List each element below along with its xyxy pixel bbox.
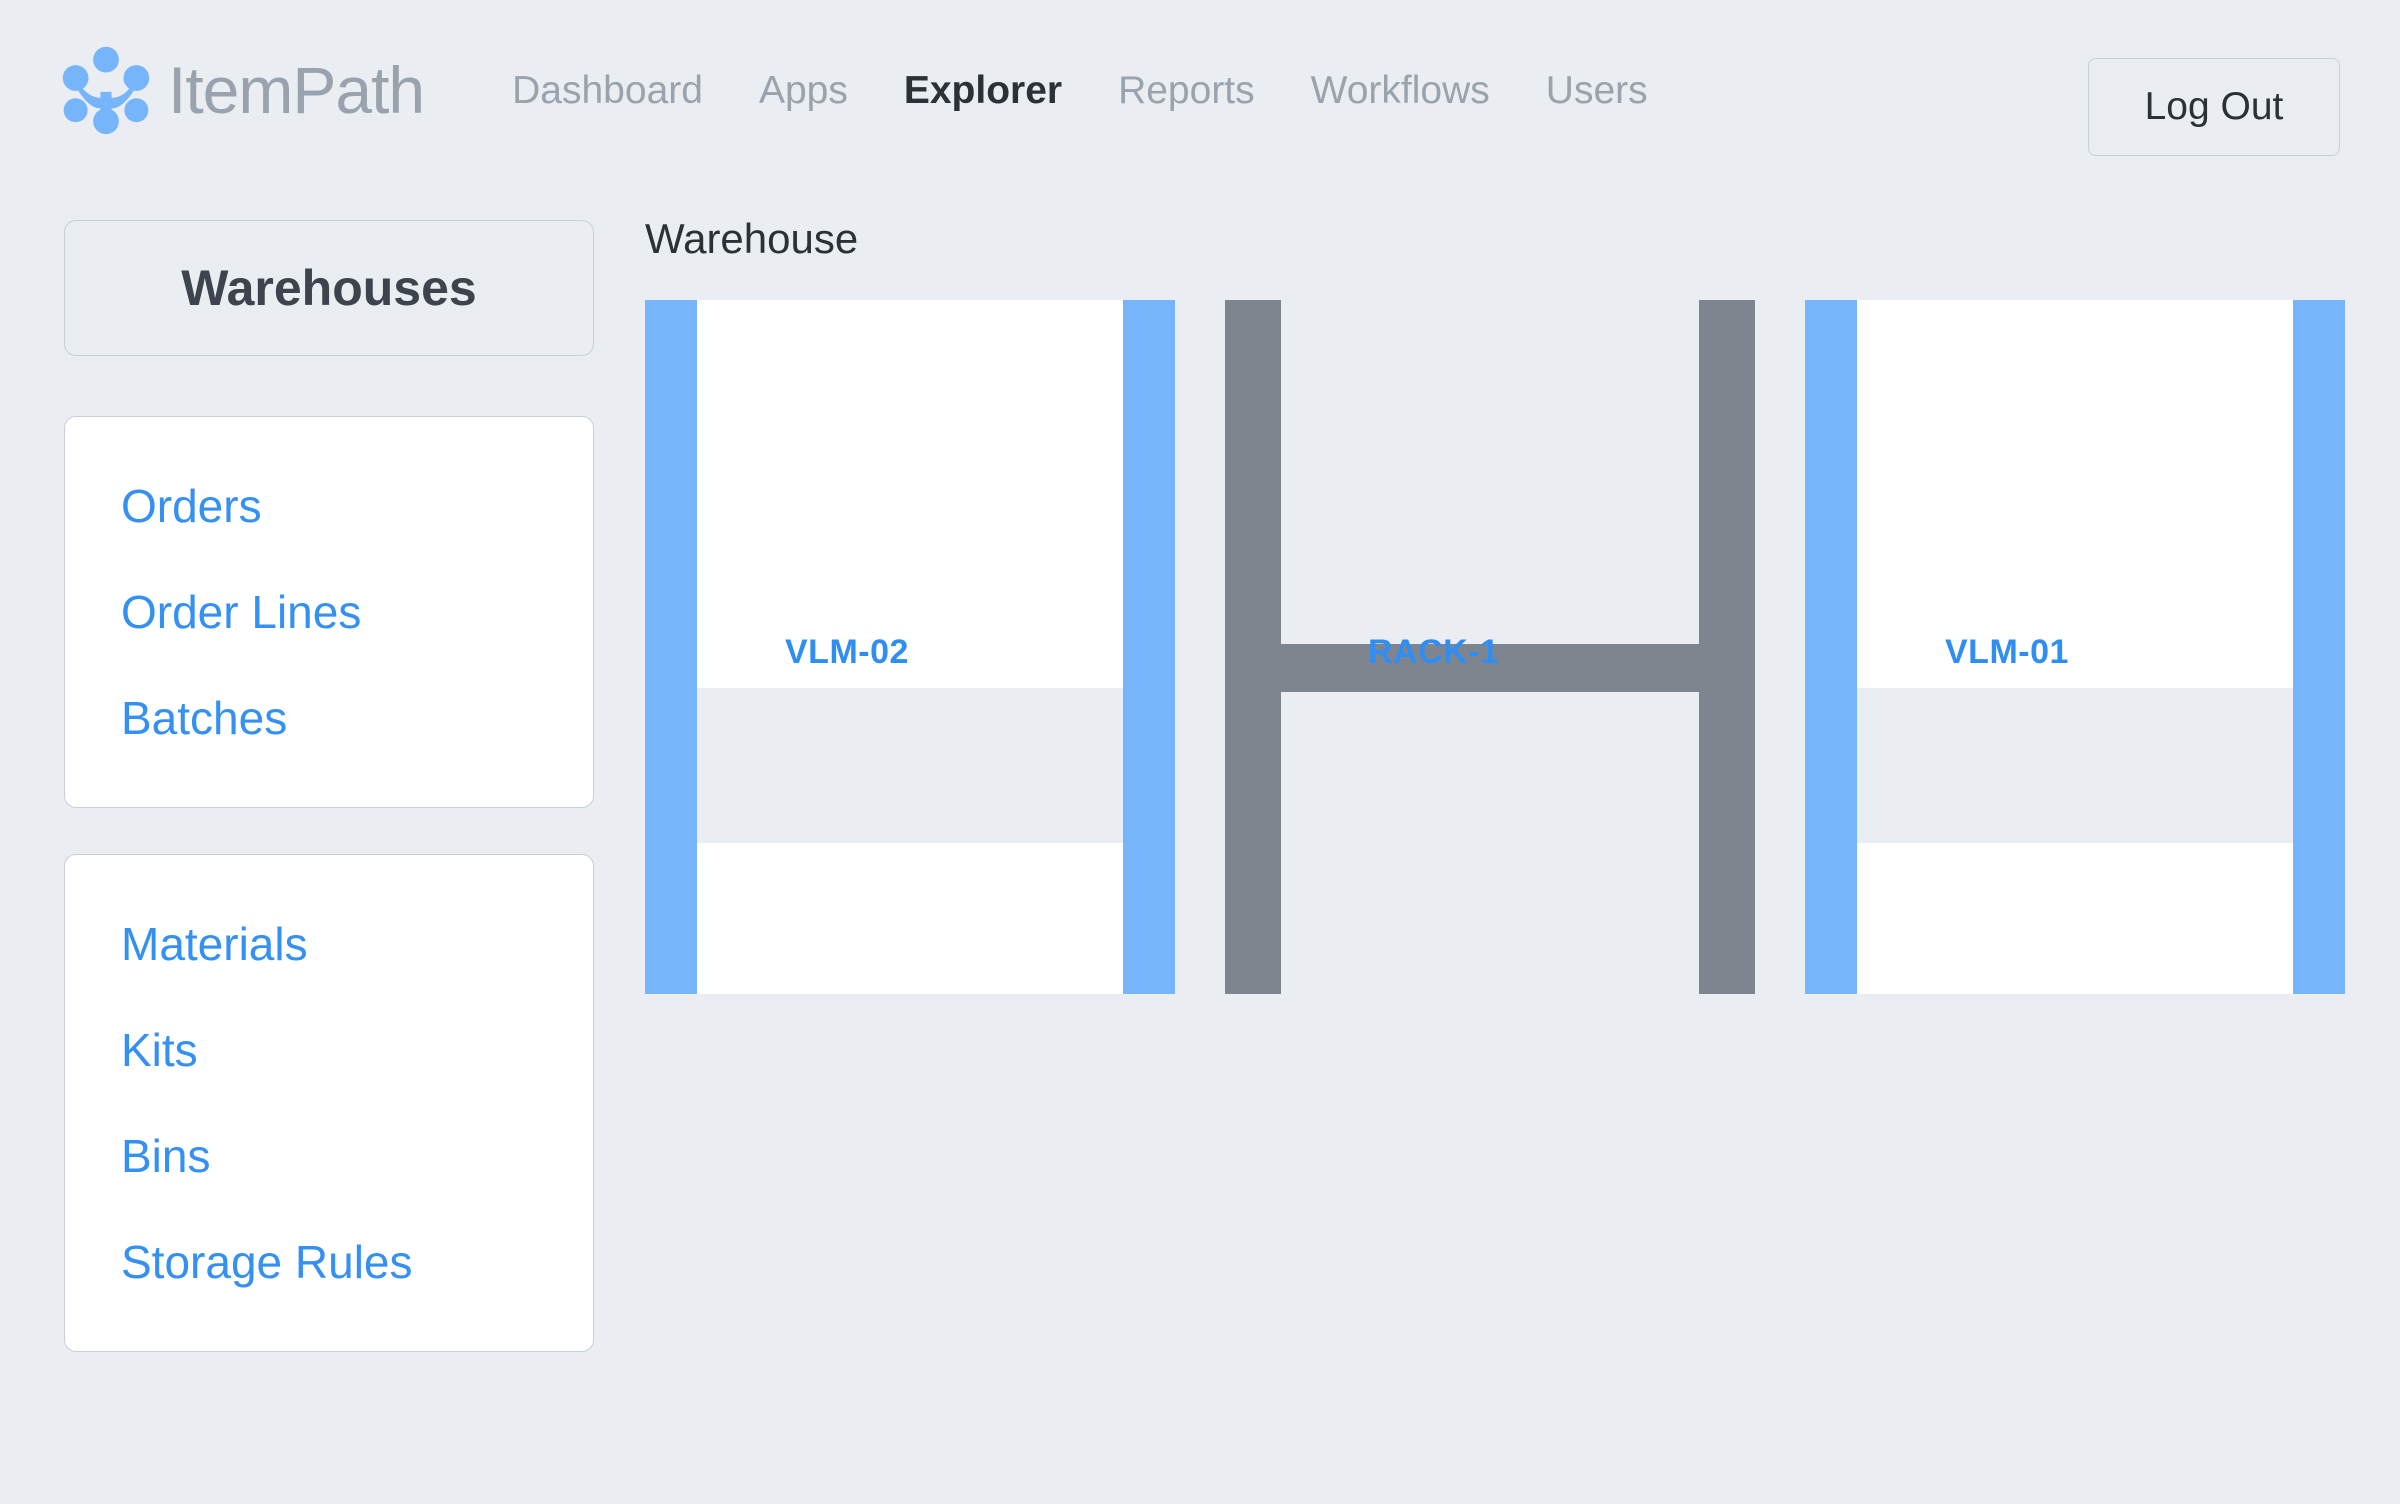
- warehouse-node-vlm-01[interactable]: VLM-01: [1805, 300, 2345, 994]
- nav-item-reports[interactable]: Reports: [1090, 71, 1283, 110]
- brand-name: ItemPath: [168, 53, 425, 127]
- sidebar-group-inventory: Materials Kits Bins Storage Rules: [64, 854, 594, 1352]
- section-label: Warehouse: [645, 215, 859, 262]
- itempath-logo-icon: [62, 46, 150, 135]
- nav-item-explorer[interactable]: Explorer: [876, 71, 1090, 110]
- sidebar-item-order-lines[interactable]: Order Lines: [65, 559, 593, 665]
- vlm-02-shelf-band: [697, 688, 1123, 843]
- main-content: Warehouse VLM-02 RACK-1 VLM-01: [645, 218, 2400, 1504]
- vlm-01-post-right: [2293, 300, 2345, 994]
- app-root: ItemPath Dashboard Apps Explorer Reports…: [0, 0, 2400, 1504]
- vlm-02-post-left: [645, 300, 697, 994]
- vlm-01-post-left: [1805, 300, 1857, 994]
- sidebar-group-orders: Orders Order Lines Batches: [64, 416, 594, 808]
- sidebar-title: Warehouses: [181, 260, 477, 316]
- sidebar-section-warehouses[interactable]: Warehouses: [64, 220, 594, 356]
- main-nav: Dashboard Apps Explorer Reports Workflow…: [484, 71, 1675, 110]
- sidebar-item-kits[interactable]: Kits: [65, 997, 593, 1103]
- sidebar-item-orders[interactable]: Orders: [65, 453, 593, 559]
- sidebar-item-bins[interactable]: Bins: [65, 1103, 593, 1209]
- vlm-01-body: [1857, 300, 2293, 994]
- log-out-button[interactable]: Log Out: [2088, 58, 2340, 156]
- vlm-01-label[interactable]: VLM-01: [1945, 635, 2069, 669]
- brand[interactable]: ItemPath: [60, 44, 425, 136]
- top-header: ItemPath Dashboard Apps Explorer Reports…: [0, 0, 2400, 180]
- nav-item-users[interactable]: Users: [1518, 71, 1676, 110]
- sidebar-item-batches[interactable]: Batches: [65, 665, 593, 771]
- warehouse-node-vlm-02[interactable]: VLM-02: [645, 300, 1175, 994]
- sidebar-item-materials[interactable]: Materials: [65, 891, 593, 997]
- nav-item-workflows[interactable]: Workflows: [1283, 71, 1518, 110]
- warehouse-map: VLM-02 RACK-1 VLM-01: [645, 300, 2345, 994]
- vlm-02-label[interactable]: VLM-02: [785, 635, 909, 669]
- nav-item-apps[interactable]: Apps: [731, 71, 876, 110]
- vlm-02-body: [697, 300, 1123, 994]
- nav-item-dashboard[interactable]: Dashboard: [484, 71, 731, 110]
- rack-1-label[interactable]: RACK-1: [1368, 635, 1499, 669]
- sidebar: Warehouses Orders Order Lines Batches Ma…: [64, 220, 594, 1398]
- warehouse-node-rack-1[interactable]: RACK-1: [1225, 300, 1755, 994]
- vlm-01-shelf-band: [1857, 688, 2293, 843]
- sidebar-item-storage-rules[interactable]: Storage Rules: [65, 1209, 593, 1315]
- vlm-02-post-right: [1123, 300, 1175, 994]
